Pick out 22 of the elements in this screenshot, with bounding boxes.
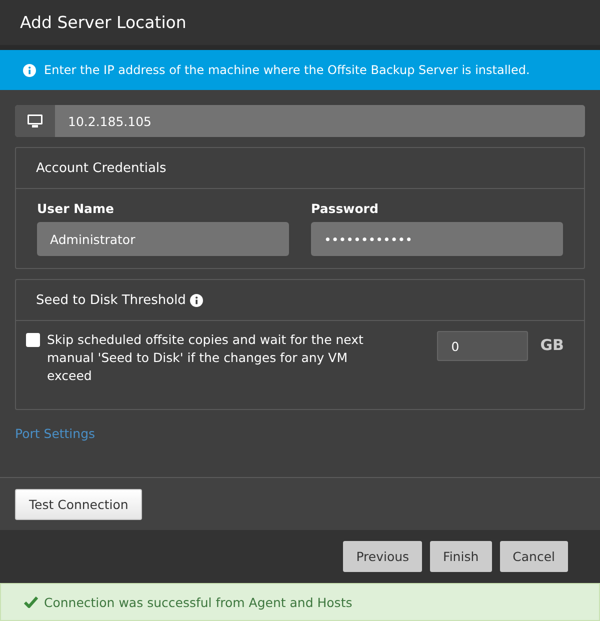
input-field[interactable]: Administrator [37, 222, 289, 256]
test-connection-button[interactable]: Test Connection [15, 488, 142, 520]
input-field[interactable]: •••••••••••• [311, 222, 563, 256]
dialog-button[interactable]: Finish [430, 541, 492, 572]
field-label: User Name [37, 201, 115, 216]
checkbox[interactable] [26, 333, 40, 347]
window-title: Add Server Location [20, 13, 186, 32]
status-text: Connection was successful from Agent and Hosts [44, 594, 352, 610]
dialog-button[interactable]: Cancel [500, 541, 568, 572]
server-address-field[interactable]: 10.2.185.105 [15, 105, 585, 137]
unit-label: GB [540, 336, 564, 354]
monitor-icon [27, 114, 43, 128]
threshold-input[interactable]: 0 [437, 331, 528, 361]
checkmark-icon [24, 596, 38, 608]
field-label: Password [311, 201, 380, 216]
panel-title: Seed to Disk Threshold [36, 292, 186, 308]
checkbox-label: Skip scheduled offsite copies and wait for the next manual 'Seed to Disk' if the changes for any VM exceed [47, 331, 364, 385]
info-icon [23, 64, 36, 76]
info-text: Enter the IP address of the machine where the Offsite Backup Server is installed. [44, 63, 530, 77]
info-icon[interactable] [190, 294, 203, 306]
dialog-button[interactable]: Previous [343, 541, 422, 572]
panel-title: Account Credentials [36, 160, 166, 176]
